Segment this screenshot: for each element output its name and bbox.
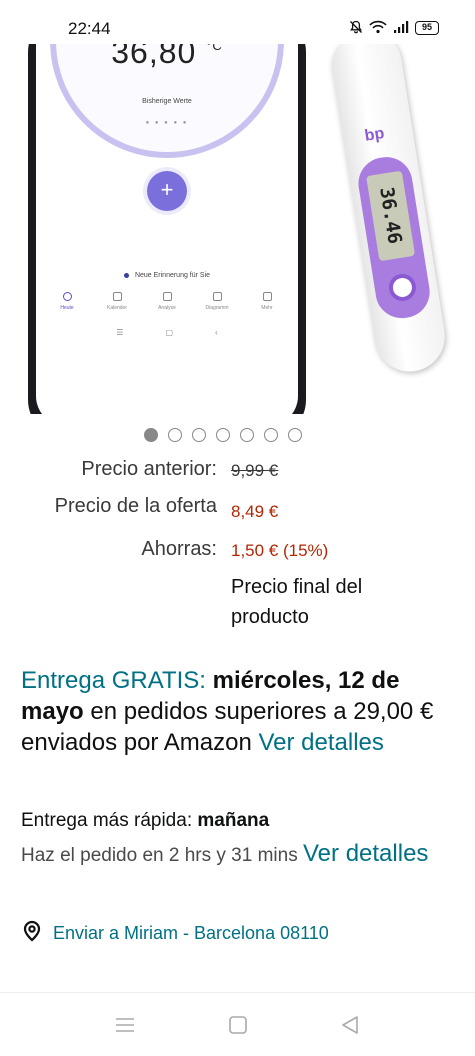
fast-delivery-details-link[interactable]: Ver detalles xyxy=(303,840,428,867)
battery-icon: 95 xyxy=(415,21,439,35)
offer-price-row: Precio de la oferta 8,49 € xyxy=(0,495,475,523)
thermometer-button xyxy=(386,272,418,303)
location-pin-icon xyxy=(21,920,43,947)
app-nav: Heute Kalender Analyse Diagramm Mehr xyxy=(44,292,290,320)
free-delivery-message: Entrega GRATIS: miércoles, 12 de mayo en… xyxy=(21,665,461,758)
fast-delivery-row: Entrega más rápida: mañana xyxy=(21,810,461,832)
app-nav-item: Diagramm xyxy=(194,292,240,320)
carousel-dot-active[interactable] xyxy=(144,428,158,442)
add-icon: + xyxy=(147,171,187,211)
ship-to-link[interactable]: Enviar a Miriam - Barcelona 08110 xyxy=(21,920,329,947)
phone-temperature: 36,80 °C xyxy=(36,44,298,71)
app-nav-item: Kalender xyxy=(94,292,140,320)
thermometer-illustration: bp 36.46 xyxy=(306,44,463,410)
temperature-unit: °C xyxy=(206,44,223,53)
carousel-dot[interactable] xyxy=(264,428,278,442)
home-button[interactable] xyxy=(226,1013,250,1037)
savings-label: Ahorras: xyxy=(141,538,217,560)
carousel-dots[interactable] xyxy=(144,428,302,442)
offer-price-label: Precio de la oferta xyxy=(54,495,217,517)
product-image[interactable]: 36,80 °C Bisherige Werte ● ● ● ● ● + Neu… xyxy=(0,44,475,414)
final-price-note: Precio final del producto xyxy=(231,576,363,628)
back-button[interactable] xyxy=(338,1013,362,1037)
order-within-row: Haz el pedido en 2 hrs y 31 mins Ver det… xyxy=(21,838,461,871)
free-delivery-label: Entrega GRATIS: xyxy=(21,667,206,694)
savings-row: Ahorras: 1,50 € (15%) xyxy=(0,538,475,566)
system-navigation-bar xyxy=(0,992,475,1056)
phone-screen: 36,80 °C Bisherige Werte ● ● ● ● ● + Neu… xyxy=(36,44,298,414)
app-nav-item: Heute xyxy=(44,292,90,320)
order-within-text: Haz el pedido en 2 hrs y 31 mins xyxy=(21,845,298,866)
savings-value: 1,50 € (15%) xyxy=(231,541,329,560)
status-time: 22:44 xyxy=(68,19,111,38)
offer-price-value: 8,49 € xyxy=(231,502,279,521)
app-nav-item: Mehr xyxy=(244,292,290,320)
previous-price-value: 9,99 € xyxy=(231,461,279,480)
wifi-icon xyxy=(369,20,387,36)
thermometer-display: 36.46 xyxy=(366,170,416,262)
status-bar: 22:44 95 xyxy=(0,0,475,44)
fast-delivery-when: mañana xyxy=(197,810,270,831)
mute-icon xyxy=(349,20,363,36)
previous-price-row: Precio anterior: 9,99 € xyxy=(0,458,475,486)
menu-button[interactable] xyxy=(113,1013,137,1037)
fast-delivery-label: Entrega más rápida: xyxy=(21,810,193,831)
carousel-dot[interactable] xyxy=(216,428,230,442)
signal-icon xyxy=(393,20,409,36)
carousel-dot[interactable] xyxy=(240,428,254,442)
app-nav-item: Analyse xyxy=(144,292,190,320)
phone-illustration: 36,80 °C Bisherige Werte ● ● ● ● ● + Neu… xyxy=(28,44,306,414)
carousel-dot[interactable] xyxy=(192,428,206,442)
phone-system-nav: ☰ ▢ ‹ xyxy=(116,328,218,337)
ship-to-text[interactable]: Enviar a Miriam - Barcelona 08110 xyxy=(53,923,329,944)
thermometer-logo: bp xyxy=(363,125,386,145)
reminder-text: Neue Erinnerung für Sie xyxy=(36,272,298,279)
delivery-details-link[interactable]: Ver detalles xyxy=(258,729,383,756)
carousel-dot[interactable] xyxy=(288,428,302,442)
previous-price-label: Precio anterior: xyxy=(81,458,217,480)
carousel-dot[interactable] xyxy=(168,428,182,442)
history-label: Bisherige Werte xyxy=(142,98,192,105)
mini-page-dots: ● ● ● ● ● xyxy=(145,120,189,126)
status-icons: 95 xyxy=(349,20,439,36)
